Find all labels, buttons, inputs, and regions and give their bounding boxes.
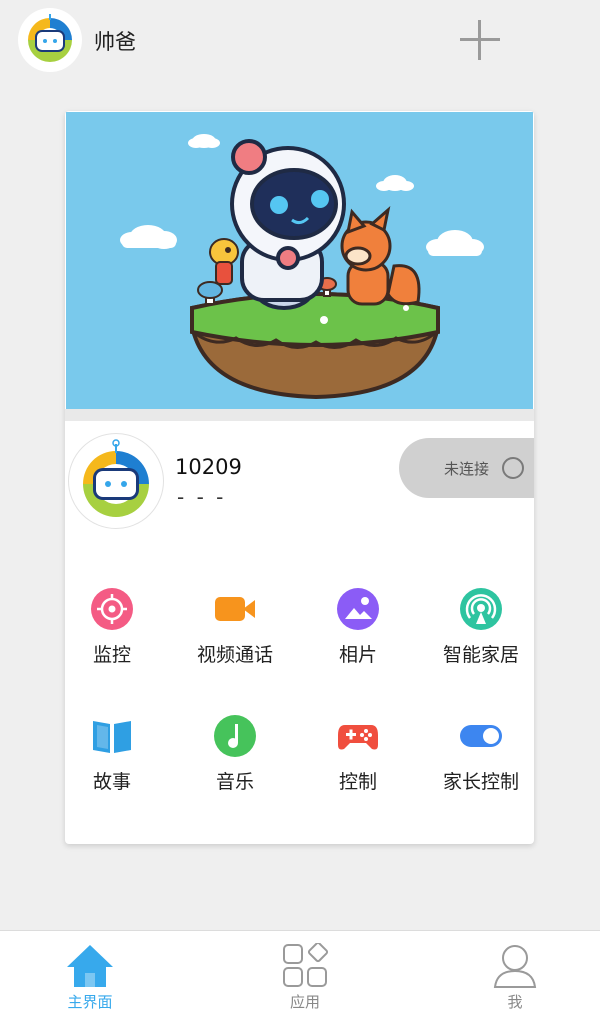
banner-divider bbox=[65, 409, 534, 421]
video-camera-icon bbox=[215, 597, 255, 621]
toggle-icon bbox=[460, 725, 502, 747]
tab-label: 应用 bbox=[289, 993, 320, 1011]
robot-fox-illustration bbox=[120, 134, 484, 400]
feature-label: 家长控制 bbox=[442, 771, 519, 793]
robot-avatar-icon bbox=[83, 439, 149, 517]
book-icon bbox=[93, 721, 131, 753]
feature-smart-home[interactable]: 智能家居 bbox=[421, 588, 534, 688]
connection-status-label: 未连接 bbox=[444, 460, 490, 478]
antenna-icon bbox=[460, 588, 502, 630]
feature-video-call[interactable]: 视频通话 bbox=[175, 588, 295, 688]
feature-label: 音乐 bbox=[215, 771, 254, 793]
feature-photos[interactable]: 相片 bbox=[298, 588, 418, 688]
device-subtitle: - - - bbox=[177, 485, 227, 509]
target-icon bbox=[91, 588, 133, 630]
tab-label: 主界面 bbox=[67, 993, 113, 1011]
bottom-tab-bar: 主界面 应用 我 bbox=[0, 930, 600, 1030]
home-icon bbox=[67, 945, 113, 987]
tab-label: 我 bbox=[507, 993, 523, 1011]
banner-image bbox=[66, 112, 533, 409]
person-icon bbox=[493, 945, 537, 988]
feature-label: 智能家居 bbox=[442, 644, 519, 666]
feature-control[interactable]: 控制 bbox=[298, 715, 418, 815]
device-id: 10209 bbox=[175, 455, 242, 479]
feature-parental-control[interactable]: 家长控制 bbox=[421, 715, 534, 815]
user-name: 帅爸 bbox=[94, 30, 136, 54]
user-avatar[interactable] bbox=[18, 8, 82, 72]
device-avatar[interactable] bbox=[68, 433, 164, 529]
robot-avatar-icon bbox=[28, 14, 72, 62]
feature-label: 视频通话 bbox=[196, 644, 273, 666]
gamepad-icon bbox=[338, 725, 378, 750]
feature-label: 控制 bbox=[338, 771, 377, 793]
top-bar: 帅爸 bbox=[0, 0, 600, 82]
music-note-icon bbox=[214, 715, 256, 757]
circle-icon bbox=[502, 457, 524, 479]
feature-label: 故事 bbox=[92, 771, 131, 793]
feature-music[interactable]: 音乐 bbox=[175, 715, 295, 815]
tab-home[interactable]: 主界面 bbox=[0, 931, 190, 1030]
feature-monitor[interactable]: 监控 bbox=[65, 588, 172, 688]
tab-apps[interactable]: 应用 bbox=[205, 931, 405, 1030]
photo-icon bbox=[337, 588, 379, 630]
apps-icon bbox=[283, 943, 329, 987]
tab-me[interactable]: 我 bbox=[415, 931, 600, 1030]
feature-label: 监控 bbox=[92, 644, 131, 666]
add-button[interactable] bbox=[458, 18, 502, 62]
feature-stories[interactable]: 故事 bbox=[65, 715, 172, 815]
feature-label: 相片 bbox=[338, 644, 377, 666]
device-card: 10209 - - - 未连接 监控 视频通话 相片 智能家居 故事 音乐 控制… bbox=[65, 111, 534, 844]
connection-status-button[interactable]: 未连接 bbox=[399, 438, 534, 498]
